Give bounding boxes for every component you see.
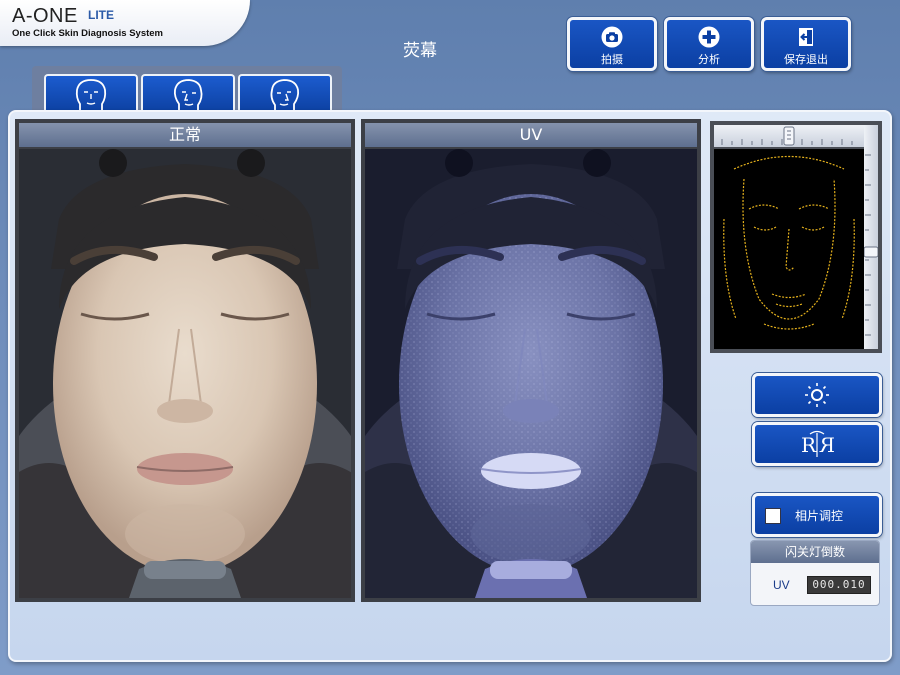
save-exit-button[interactable]: 保存退出 bbox=[761, 17, 851, 71]
flash-countdown-title: 闪关灯倒数 bbox=[751, 541, 879, 563]
normal-viewer: 正常 bbox=[15, 119, 355, 602]
uv-face-image bbox=[365, 149, 697, 598]
face-right-tab[interactable] bbox=[238, 74, 332, 114]
face-front-tab[interactable] bbox=[44, 74, 138, 114]
face-edge-outline bbox=[723, 156, 855, 330]
camera-icon bbox=[601, 26, 623, 48]
face-left-tab[interactable] bbox=[141, 74, 235, 114]
horizontal-ruler bbox=[721, 126, 853, 146]
brightness-button[interactable] bbox=[752, 373, 882, 417]
capture-button[interactable]: 拍摄 bbox=[567, 17, 657, 71]
horizontal-adjust-slider[interactable] bbox=[714, 125, 864, 147]
app-name: A-ONE bbox=[12, 5, 78, 27]
svg-text:R: R bbox=[801, 433, 817, 457]
photo-adjust-checkbox[interactable] bbox=[765, 508, 781, 524]
vertical-slider-handle[interactable] bbox=[863, 246, 879, 258]
mirror-r-icon: R R bbox=[801, 430, 835, 457]
flash-mode-label: UV bbox=[773, 578, 790, 592]
horizontal-slider-handle[interactable] bbox=[783, 126, 795, 146]
face-left-icon bbox=[173, 79, 203, 112]
plus-icon bbox=[698, 26, 720, 48]
capture-label: 拍摄 bbox=[601, 53, 623, 66]
photo-adjust-label: 相片调控 bbox=[795, 509, 844, 523]
analyze-label: 分析 bbox=[698, 53, 720, 66]
face-front-icon bbox=[75, 79, 107, 112]
edge-detection-image bbox=[714, 149, 864, 349]
normal-viewer-title: 正常 bbox=[19, 123, 351, 147]
photo-adjust-button[interactable]: 相片调控 bbox=[752, 493, 882, 537]
sun-icon bbox=[805, 383, 829, 407]
svg-text:R: R bbox=[819, 433, 835, 457]
edge-preview-panel bbox=[710, 121, 882, 353]
normal-face-photo[interactable] bbox=[19, 149, 351, 598]
mirror-flip-button[interactable]: R R bbox=[752, 422, 882, 466]
normal-face-image bbox=[19, 149, 351, 598]
exit-door-icon bbox=[799, 28, 813, 46]
flash-countdown-value: 000.010 bbox=[807, 576, 871, 594]
vertical-adjust-slider[interactable] bbox=[863, 125, 879, 349]
analyze-button[interactable]: 分析 bbox=[664, 17, 754, 71]
uv-viewer-title: UV bbox=[365, 123, 697, 147]
save-exit-label: 保存退出 bbox=[784, 53, 828, 66]
app-tagline: One Click Skin Diagnosis System bbox=[12, 28, 163, 39]
mode-title: 荧幕 bbox=[403, 41, 437, 61]
app-logo: A-ONE LITE One Click Skin Diagnosis Syst… bbox=[0, 0, 250, 46]
uv-face-photo[interactable] bbox=[365, 149, 697, 598]
vertical-ruler bbox=[863, 154, 879, 336]
face-right-icon bbox=[270, 79, 300, 112]
flash-countdown-panel: 闪关灯倒数 UV 000.010 bbox=[750, 540, 880, 606]
app-edition: LITE bbox=[88, 8, 114, 22]
uv-viewer: UV bbox=[361, 119, 701, 602]
